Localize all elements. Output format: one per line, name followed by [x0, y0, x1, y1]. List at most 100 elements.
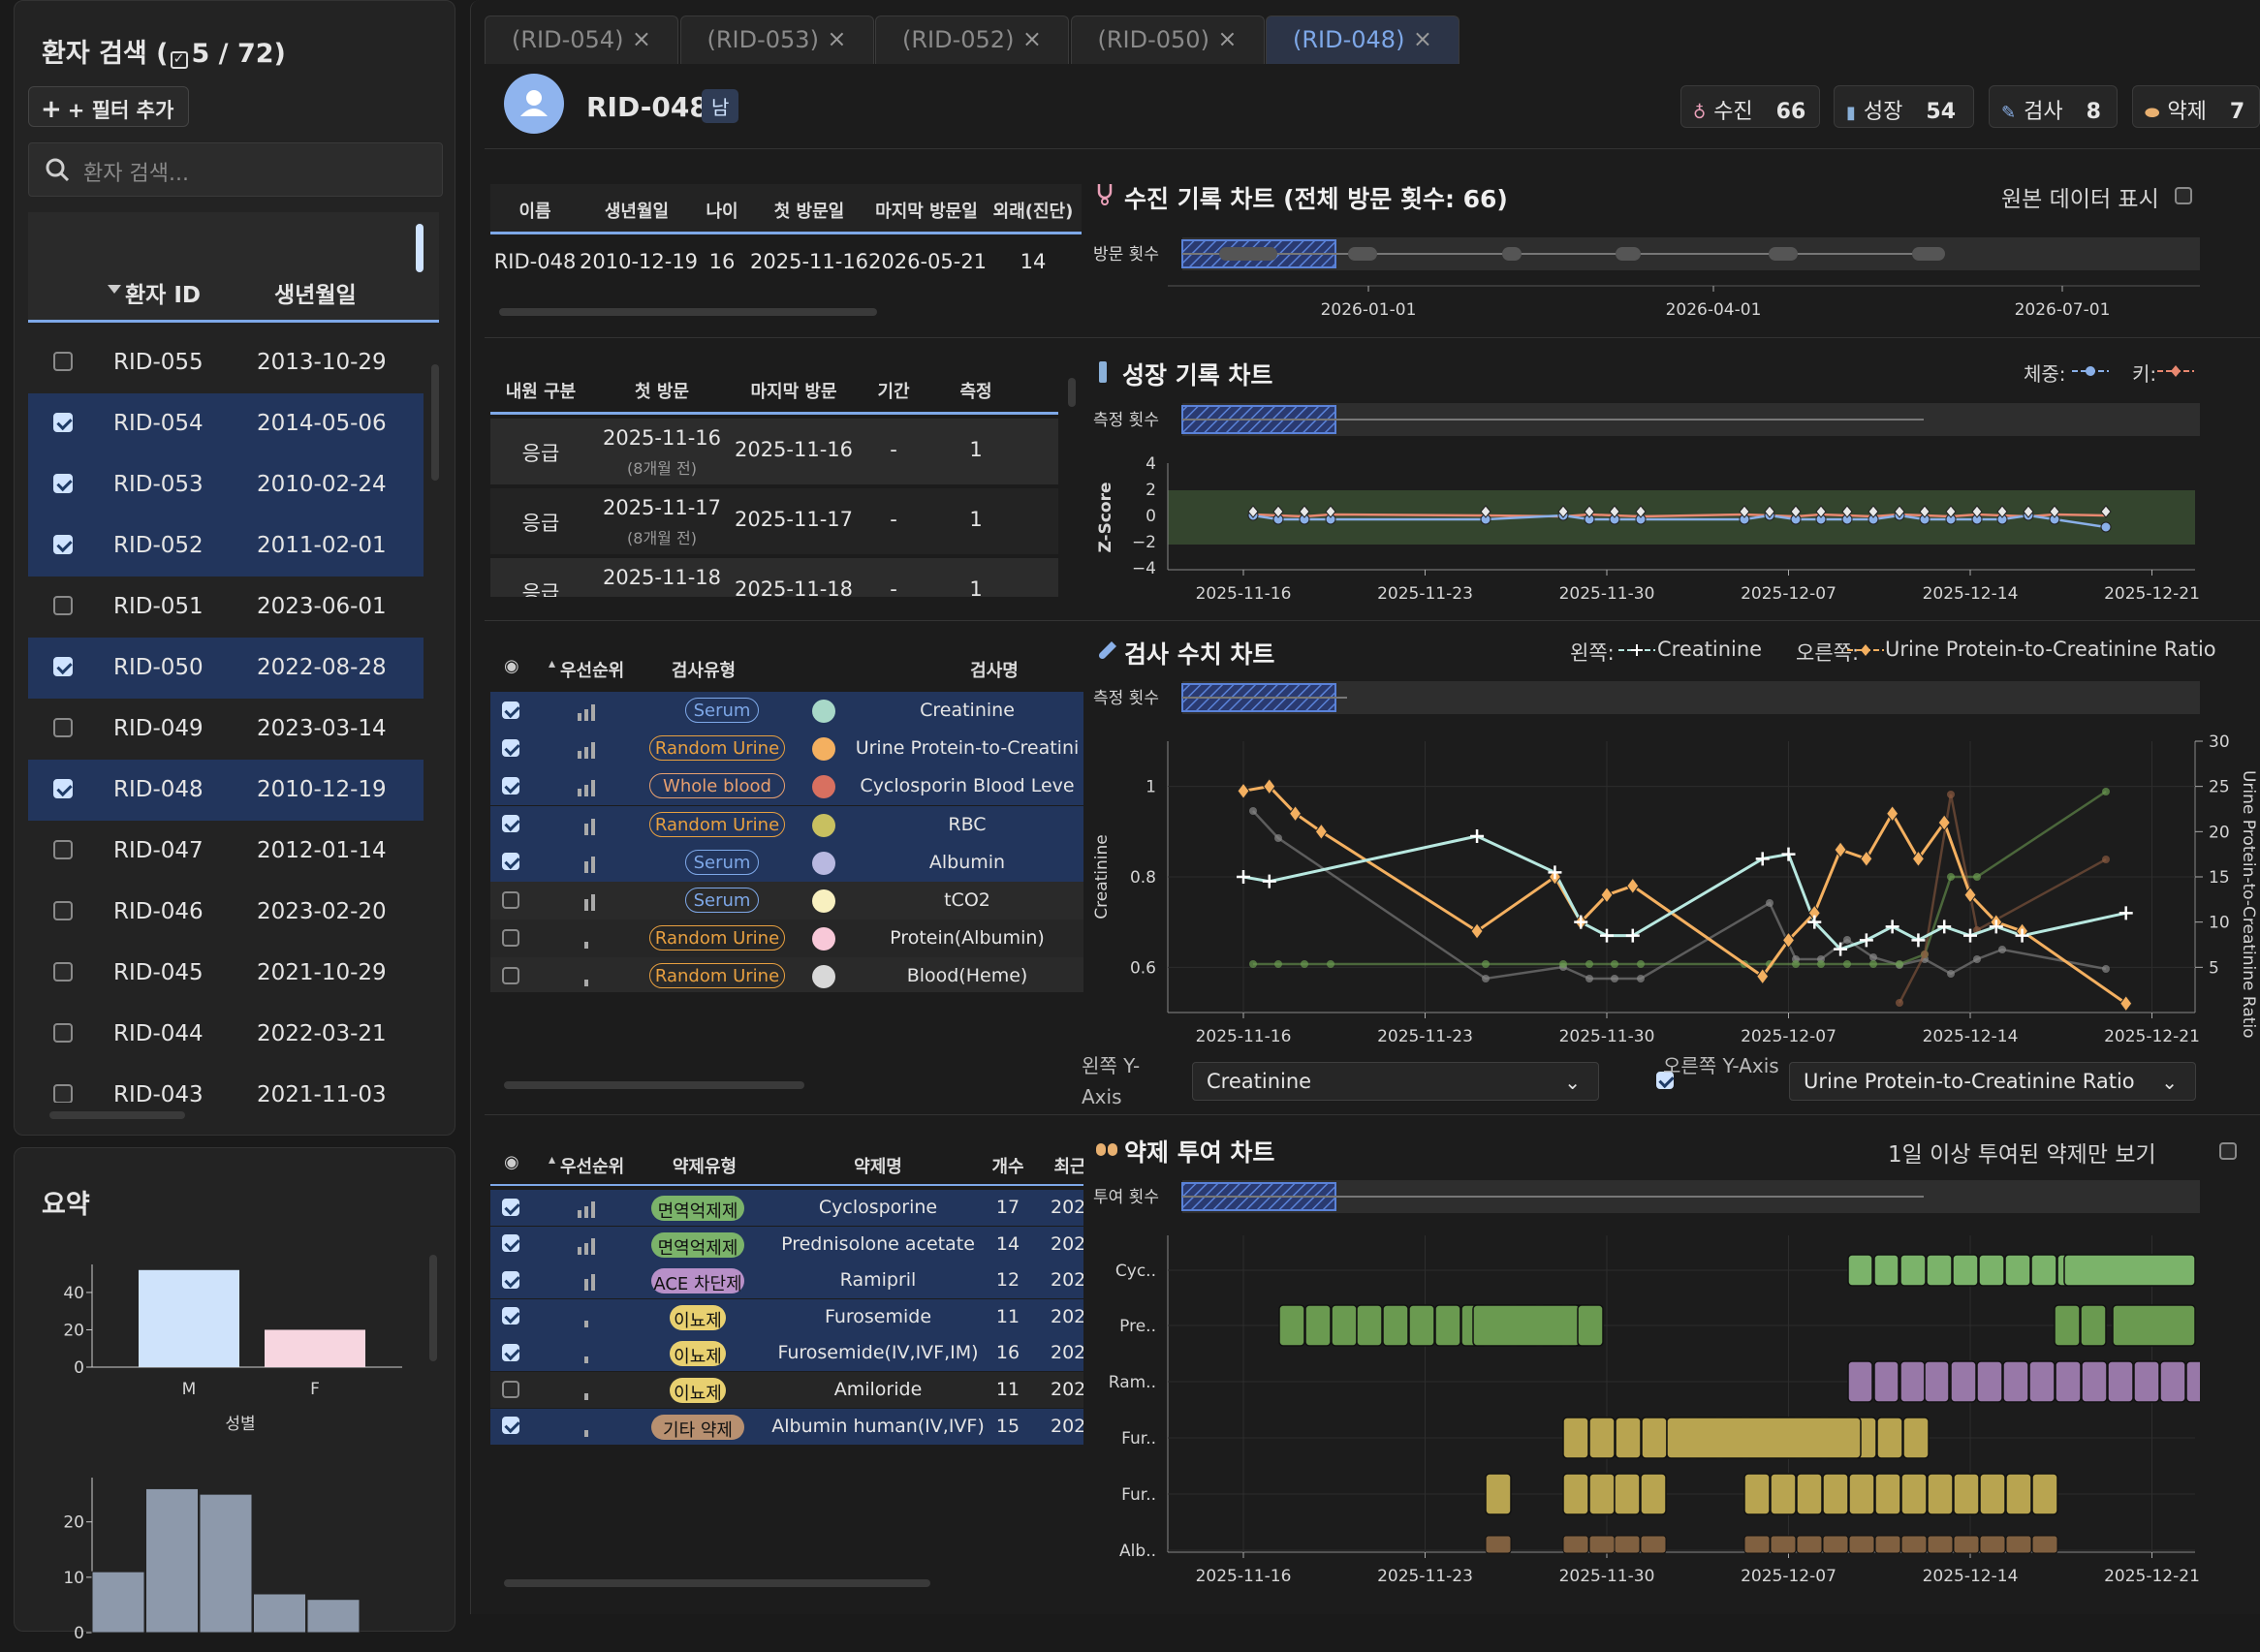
dose-block[interactable]	[1900, 1473, 1928, 1515]
patient-row[interactable]: RID-048 2010-12-19	[28, 760, 424, 821]
patient-row[interactable]: RID-046 2023-02-20	[28, 882, 424, 943]
lab-checkbox[interactable]	[502, 928, 519, 947]
dose-block[interactable]	[1847, 1360, 1873, 1403]
age-bar[interactable]	[306, 1599, 361, 1634]
creatinine-point[interactable]	[1885, 920, 1899, 934]
dose-block[interactable]	[1899, 1360, 1926, 1403]
dose-block[interactable]	[1304, 1304, 1332, 1347]
dose-block[interactable]	[1408, 1304, 1435, 1347]
dose-block[interactable]	[1950, 1360, 1977, 1403]
patient-row[interactable]: RID-043 2021-11-03	[28, 1065, 424, 1103]
lab-col-type[interactable]: 검사유형	[636, 657, 771, 682]
dose-block[interactable]	[2031, 1535, 2058, 1554]
gender-bar[interactable]	[139, 1269, 239, 1367]
row-checkbox[interactable]	[53, 413, 73, 432]
drug-row[interactable]: 면역억제제 Cyclosporine 17 2026	[490, 1190, 1083, 1226]
dose-block[interactable]	[2112, 1304, 2196, 1347]
row-checkbox[interactable]	[53, 657, 73, 676]
drug-row[interactable]: 이뇨제 Furosemide 11 2025	[490, 1298, 1083, 1335]
upcr-point[interactable]	[1470, 922, 1484, 940]
sort-asc-icon[interactable]: ▴	[549, 1152, 555, 1168]
dose-block[interactable]	[1874, 1473, 1901, 1515]
dose-block[interactable]	[1874, 1535, 1901, 1554]
row-checkbox[interactable]	[53, 1084, 73, 1103]
lab-checkbox[interactable]	[502, 701, 519, 719]
drug-row[interactable]: 기타 약제 Albumin human(IV,IVF) 15 2025	[490, 1408, 1083, 1445]
dose-block[interactable]	[1927, 1473, 1954, 1515]
dose-block[interactable]	[1927, 1535, 1954, 1554]
visit-row[interactable]: 응급 2025-11-17 (8개월 전) 2025-11-17 - 1	[490, 488, 1058, 554]
row-checkbox[interactable]	[53, 962, 73, 982]
close-icon[interactable]: ×	[632, 25, 651, 52]
weight-point[interactable]	[2100, 521, 2112, 533]
info-col-header[interactable]: 첫 방문일	[750, 198, 868, 223]
dose-block[interactable]	[1770, 1535, 1797, 1554]
lab-table-hscroll[interactable]	[504, 1081, 804, 1089]
drug-col-header[interactable]: 약제유형	[651, 1153, 758, 1178]
add-filter-button[interactable]: + + 필터 추가	[28, 86, 189, 127]
dose-block[interactable]	[1577, 1304, 1604, 1347]
close-icon[interactable]: ×	[827, 25, 846, 52]
lab-checkbox[interactable]	[502, 738, 519, 757]
lab-row[interactable]: Random Urine Blood(Heme)	[490, 957, 1083, 992]
drug-row[interactable]: 면역억제제 Prednisolone acetate 14 2026	[490, 1226, 1083, 1262]
dose-block[interactable]	[1822, 1473, 1849, 1515]
dose-block[interactable]	[1876, 1417, 1903, 1459]
dose-block[interactable]	[1331, 1304, 1358, 1347]
patient-tab[interactable]: (RID-054) ×	[485, 16, 678, 64]
dose-block[interactable]	[1953, 1473, 1980, 1515]
lab-row[interactable]: Serum Albumin	[490, 843, 1083, 882]
dose-block[interactable]	[2005, 1473, 2032, 1515]
info-col-header[interactable]: 이름	[490, 198, 580, 223]
info-col-header[interactable]: 외래(진단)	[985, 198, 1082, 223]
visit-col-header[interactable]: 기간	[855, 378, 932, 403]
creatinine-point[interactable]	[1470, 829, 1485, 843]
close-icon[interactable]: ×	[1413, 25, 1432, 52]
visit-row[interactable]: 응급 2025-11-16 (8개월 전) 2025-11-16 - 1	[490, 419, 1058, 484]
dose-block[interactable]	[1588, 1417, 1616, 1459]
patient-tab[interactable]: (RID-053) ×	[679, 16, 874, 64]
lab-row[interactable]: Serum Creatinine	[490, 692, 1083, 730]
creatinine-point[interactable]	[1911, 933, 1926, 948]
dose-block[interactable]	[1796, 1535, 1823, 1554]
dose-block[interactable]	[1770, 1473, 1797, 1515]
drug-col-header[interactable]: 약제명	[781, 1153, 975, 1178]
dose-block[interactable]	[1614, 1473, 1641, 1515]
info-col-header[interactable]: 마지막 방문일	[868, 198, 985, 223]
lab-row[interactable]: Random Urine Urine Protein-to-Creatini	[490, 730, 1083, 768]
patient-row[interactable]: RID-051 2023-06-01	[28, 577, 424, 638]
dose-block[interactable]	[2159, 1360, 2186, 1403]
dose-block[interactable]	[1873, 1254, 1899, 1287]
dose-block[interactable]	[1873, 1360, 1899, 1403]
lab-row[interactable]: Serum tCO2	[490, 882, 1083, 920]
drug-checkbox[interactable]	[502, 1270, 519, 1289]
dose-block[interactable]	[2081, 1360, 2108, 1403]
patient-row[interactable]: RID-044 2022-03-21	[28, 1004, 424, 1065]
dose-block[interactable]	[1666, 1417, 1862, 1459]
dose-block[interactable]	[1743, 1535, 1771, 1554]
patient-row[interactable]: RID-047 2012-01-14	[28, 821, 424, 882]
visit-col-header[interactable]: 첫 방문	[591, 378, 733, 403]
col-header-dob[interactable]: 생년월일	[274, 276, 357, 309]
upcr-point[interactable]	[2119, 994, 2133, 1013]
dose-block[interactable]	[1978, 1254, 2005, 1287]
creatinine-point[interactable]	[2119, 906, 2133, 920]
drug-checkbox[interactable]	[502, 1234, 519, 1253]
sort-asc-icon[interactable]: ▴	[549, 656, 555, 671]
upcr-point[interactable]	[1834, 841, 1847, 858]
creatinine-point[interactable]	[1755, 852, 1770, 866]
drug-checkbox[interactable]	[502, 1198, 519, 1216]
sort-desc-icon[interactable]	[108, 285, 121, 294]
creatinine-point[interactable]	[1859, 933, 1873, 948]
visit-col-header[interactable]: 측정	[932, 378, 1020, 403]
dose-block[interactable]	[1278, 1304, 1305, 1347]
dose-block[interactable]	[2080, 1304, 2107, 1347]
dose-block[interactable]	[1979, 1535, 2006, 1554]
visit-col-header[interactable]: 내원 구분	[490, 378, 591, 403]
info-col-header[interactable]: 생년월일	[580, 198, 694, 223]
info-table-hscroll[interactable]	[499, 308, 877, 316]
dose-block[interactable]	[2063, 1254, 2196, 1287]
dose-block[interactable]	[2004, 1254, 2031, 1287]
lab-col-name[interactable]: 검사명	[936, 657, 1052, 682]
dose-block[interactable]	[2054, 1304, 2081, 1347]
